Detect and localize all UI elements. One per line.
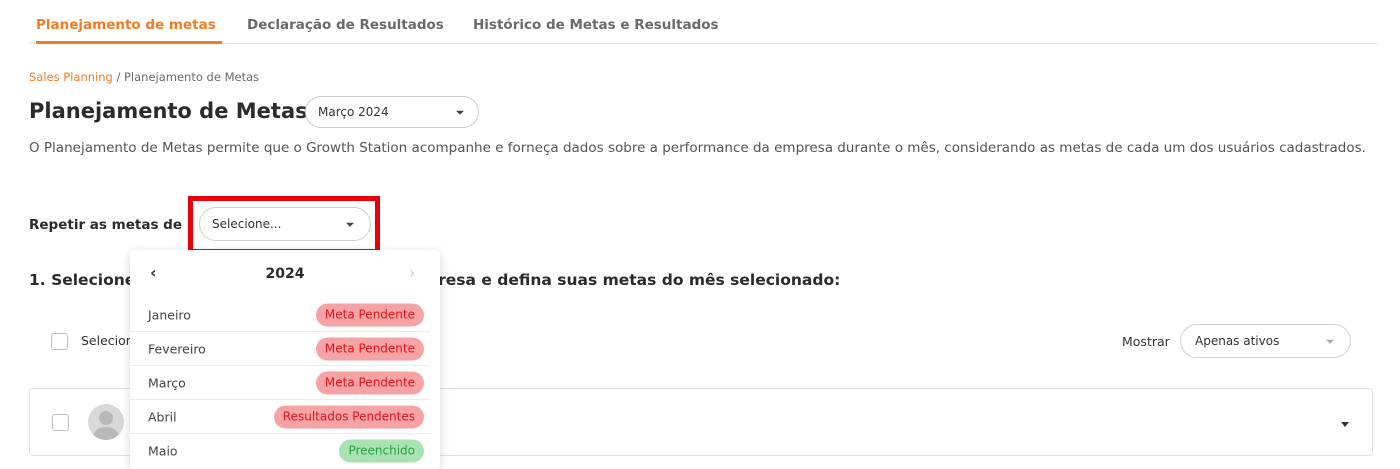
month-select[interactable]: Março 2024 [305, 96, 479, 128]
chevron-down-icon [1326, 339, 1334, 344]
avatar-body-icon [93, 427, 119, 440]
page-description: O Planejamento de Metas permite que o Gr… [29, 140, 1366, 156]
chevron-down-icon [456, 110, 464, 115]
month-picker-dropdown: ‹ 2024 › Janeiro Meta Pendente Fevereiro… [130, 250, 440, 469]
show-filter-value: Apenas ativos [1195, 334, 1280, 348]
tab-declaracao-de-resultados[interactable]: Declaração de Resultados [247, 17, 444, 33]
show-filter-select[interactable]: Apenas ativos [1180, 324, 1351, 358]
select-all-label: Selecior [81, 333, 131, 348]
status-badge: Resultados Pendentes [273, 405, 424, 428]
active-tab-indicator [36, 41, 222, 44]
chevron-right-icon[interactable]: › [409, 263, 415, 282]
repeat-goals-label: Repetir as metas de [29, 217, 182, 233]
step-title-end: presa e defina suas metas do mês selecio… [427, 271, 841, 289]
month-select-value: Março 2024 [318, 105, 389, 119]
breadcrumb-separator: / [112, 70, 124, 84]
user-checkbox[interactable] [52, 414, 69, 431]
status-badge: Meta Pendente [315, 303, 424, 326]
avatar [88, 404, 124, 440]
status-badge: Meta Pendente [315, 337, 424, 360]
chevron-down-icon [346, 222, 354, 227]
breadcrumb-link-sales-planning[interactable]: Sales Planning [29, 70, 113, 84]
month-row-marco[interactable]: Março Meta Pendente [130, 366, 430, 400]
step-title-start: 1. Selecione [29, 271, 136, 289]
tab-historico-de-metas[interactable]: Histórico de Metas e Resultados [473, 17, 719, 33]
month-name: Março [148, 375, 186, 390]
avatar-head-icon [99, 411, 113, 425]
month-row-abril[interactable]: Abril Resultados Pendentes [130, 400, 430, 434]
breadcrumb: Sales Planning / Planejamento de Metas [29, 70, 259, 84]
expand-chevron-down-icon[interactable] [1341, 422, 1349, 427]
repeat-goals-select[interactable]: Selecione... [199, 207, 371, 241]
status-badge: Meta Pendente [315, 371, 424, 394]
calendar-year: 2024 [265, 266, 305, 282]
month-row-janeiro[interactable]: Janeiro Meta Pendente [130, 298, 430, 332]
month-row-fevereiro[interactable]: Fevereiro Meta Pendente [130, 332, 430, 366]
month-name: Maio [148, 443, 178, 459]
month-row-maio[interactable]: Maio Preenchido [130, 434, 430, 468]
status-badge: Preenchido [339, 439, 424, 463]
top-tabs: Planejamento de metas Declaração de Resu… [29, 0, 1377, 44]
month-name: Abril [148, 409, 177, 424]
select-all-checkbox[interactable] [51, 333, 68, 350]
breadcrumb-current: Planejamento de Metas [124, 70, 260, 84]
repeat-goals-select-placeholder: Selecione... [212, 217, 282, 231]
tab-planejamento-de-metas[interactable]: Planejamento de metas [36, 17, 216, 33]
month-name: Janeiro [148, 307, 191, 322]
page-title: Planejamento de Metas [29, 99, 308, 123]
month-name: Fevereiro [148, 341, 206, 356]
show-filter-label: Mostrar [1122, 334, 1170, 349]
